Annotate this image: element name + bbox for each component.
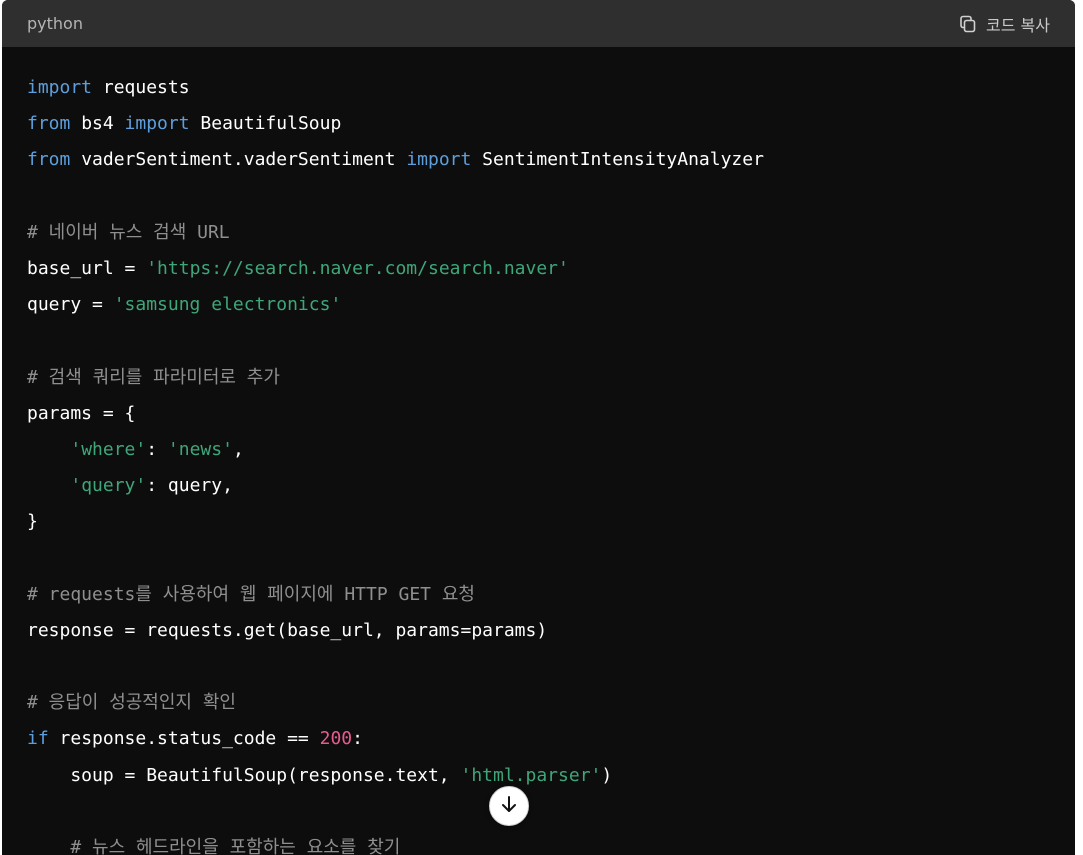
code-line: if response.status_code == 200: xyxy=(27,721,1075,757)
code-comment: # requests를 사용하여 웹 페이지에 HTTP GET 요청 xyxy=(27,583,475,605)
code-text: : query, xyxy=(146,475,233,497)
code-line: from bs4 import BeautifulSoup xyxy=(27,106,1075,142)
code-text: : xyxy=(146,438,168,460)
code-string: 'news' xyxy=(167,438,233,460)
code-text: } xyxy=(27,511,38,533)
code-line: # 검색 쿼리를 파라미터로 추가 xyxy=(27,360,1075,396)
code-line: from vaderSentiment.vaderSentiment impor… xyxy=(27,142,1075,178)
code-line: ​ xyxy=(27,323,1075,359)
code-comment: # 검색 쿼리를 파라미터로 추가 xyxy=(27,366,280,388)
code-text: , xyxy=(232,438,244,460)
code-line: ​ xyxy=(27,649,1075,685)
code-keyword: import xyxy=(406,149,472,171)
code-comment: # 응답이 성공적인지 확인 xyxy=(27,692,236,714)
code-line: 'query': query, xyxy=(27,468,1075,504)
arrow-down-icon xyxy=(498,793,520,819)
code-line: soup = BeautifulSoup(response.text, 'htm… xyxy=(27,758,1075,794)
code-text: vaderSentiment.vaderSentiment xyxy=(70,149,407,171)
code-text: BeautifulSoup xyxy=(189,113,342,135)
code-line: ​ xyxy=(27,540,1075,576)
code-text: requests xyxy=(92,77,190,98)
code-text: soup = BeautifulSoup(response.text, xyxy=(27,764,461,786)
code-line: # 뉴스 헤드라인을 포함하는 요소를 찾기 xyxy=(27,830,1075,855)
code-text: base_url = xyxy=(27,257,147,279)
code-line: base_url = 'https://search.naver.com/sea… xyxy=(27,251,1075,287)
code-keyword: if xyxy=(27,728,49,750)
code-comment: # 네이버 뉴스 검색 URL xyxy=(27,221,230,243)
code-line: params = { xyxy=(27,396,1075,432)
code-line: } xyxy=(27,504,1075,540)
code-line: # 네이버 뉴스 검색 URL xyxy=(27,215,1075,251)
code-string: 'query' xyxy=(70,475,147,497)
code-keyword: import xyxy=(27,77,93,98)
code-text: response.status_code == xyxy=(48,728,320,750)
code-block: python 코드 복사 import requests from bs4 imp… xyxy=(2,0,1075,855)
code-text: response = requests.get(base_url, params… xyxy=(27,619,548,641)
code-line: ​ xyxy=(27,794,1075,830)
code-keyword: from xyxy=(27,113,71,135)
code-keyword: import xyxy=(124,113,190,135)
scroll-to-bottom-button[interactable] xyxy=(489,786,529,826)
code-text: bs4 xyxy=(70,113,125,135)
code-text: ) xyxy=(601,764,613,786)
code-line: 'where': 'news', xyxy=(27,432,1075,468)
code-comment: # 뉴스 헤드라인을 포함하는 요소를 찾기 xyxy=(27,836,401,855)
code-string: 'html.parser' xyxy=(460,764,602,786)
code-line: ​ xyxy=(27,179,1075,215)
code-content: import requests from bs4 import Beautiful… xyxy=(2,0,1075,855)
code-line: # 응답이 성공적인지 확인 xyxy=(27,685,1075,721)
code-text: : xyxy=(352,728,363,750)
code-line: import requests xyxy=(27,70,1075,106)
code-line: query = 'samsung electronics' xyxy=(27,287,1075,323)
code-number: 200 xyxy=(319,728,353,750)
code-text: query = xyxy=(27,294,114,316)
code-keyword: from xyxy=(27,149,71,171)
code-line: response = requests.get(base_url, params… xyxy=(27,613,1075,649)
code-string: 'where' xyxy=(70,438,147,460)
code-text: SentimentIntensityAnalyzer xyxy=(471,149,764,171)
code-text: params = { xyxy=(27,402,136,424)
code-string: 'samsung electronics' xyxy=(113,294,342,316)
code-line: # requests를 사용하여 웹 페이지에 HTTP GET 요청 xyxy=(27,577,1075,613)
code-string: 'https://search.naver.com/search.naver' xyxy=(146,257,569,279)
